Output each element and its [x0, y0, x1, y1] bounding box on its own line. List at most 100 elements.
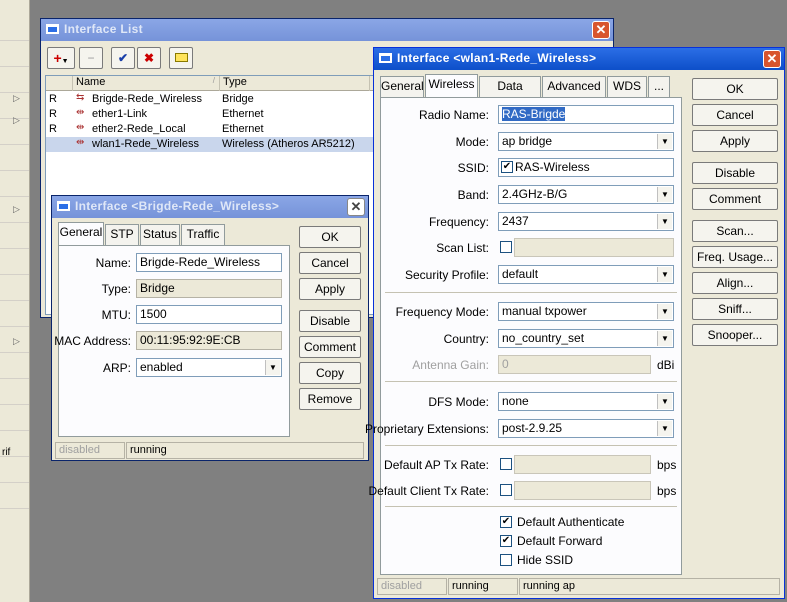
row-flag: R	[49, 108, 57, 120]
disable-button[interactable]: ✖	[137, 47, 161, 69]
chevron-down-icon[interactable]: ▼	[265, 360, 280, 375]
enable-button[interactable]: ✔	[111, 47, 135, 69]
apply-button[interactable]: Apply	[692, 130, 778, 152]
band-select[interactable]: 2.4GHz-B/G ▼	[498, 185, 674, 204]
freq-usage-button[interactable]: Freq. Usage...	[692, 246, 778, 268]
interface-list-titlebar[interactable]: Interface List ✕	[41, 19, 613, 41]
ssid-checkbox[interactable]: ✔	[501, 161, 513, 173]
row-name: wlan1-Rede_Wireless	[92, 138, 199, 150]
align-button[interactable]: Align...	[692, 272, 778, 294]
bridge-titlebar[interactable]: Interface <Brigde-Rede_Wireless> ✕	[52, 196, 368, 218]
tab-advanced[interactable]: Advanced	[542, 76, 606, 97]
column-type[interactable]: Type	[219, 76, 369, 91]
add-button[interactable]: +▼	[47, 47, 75, 69]
apply-button[interactable]: Apply	[299, 278, 361, 300]
ssid-label: SSID:	[457, 161, 489, 175]
country-label: Country:	[443, 332, 489, 346]
name-field[interactable]: Brigde-Rede_Wireless	[136, 253, 282, 272]
antenna-gain-label: Antenna Gain:	[412, 358, 489, 372]
close-button[interactable]: ✕	[592, 21, 610, 39]
tab-wireless[interactable]: Wireless	[425, 74, 478, 97]
cancel-button[interactable]: Cancel	[692, 104, 778, 126]
arp-select[interactable]: enabled ▼	[136, 358, 282, 377]
radio-name-label: Radio Name:	[418, 108, 489, 122]
mode-select[interactable]: ap bridge ▼	[498, 132, 674, 151]
chevron-down-icon[interactable]: ▼	[657, 187, 672, 202]
disable-button[interactable]: Disable	[692, 162, 778, 184]
cancel-button[interactable]: Cancel	[299, 252, 361, 274]
row-type: Wireless (Atheros AR5212)	[222, 138, 355, 150]
hide-ssid-checkbox[interactable]	[500, 554, 512, 566]
chevron-down-icon[interactable]: ▼	[657, 304, 672, 319]
frequency-select[interactable]: 2437 ▼	[498, 212, 674, 231]
window-title: Interface <Brigde-Rede_Wireless>	[75, 199, 280, 213]
default-client-tx-rate-field[interactable]	[514, 481, 651, 500]
country-select[interactable]: no_country_set ▼	[498, 329, 674, 348]
wireless-icon: ⇹	[76, 137, 85, 148]
status-running: running	[448, 578, 518, 595]
close-button[interactable]: ✕	[763, 50, 781, 68]
default-forward-checkbox[interactable]: ✔	[500, 535, 512, 547]
frequency-label: Frequency:	[428, 215, 489, 229]
security-profile-select[interactable]: default ▼	[498, 265, 674, 284]
mac-address-field: 00:11:95:92:9E:CB	[136, 331, 282, 350]
tab-stp[interactable]: STP	[105, 224, 139, 245]
window-icon	[57, 201, 70, 211]
copy-button[interactable]: Copy	[299, 362, 361, 384]
remove-button[interactable]: −	[79, 47, 103, 69]
frequency-mode-select[interactable]: manual txpower ▼	[498, 302, 674, 321]
comment-button[interactable]: Comment	[692, 188, 778, 210]
tab-traffic[interactable]: Traffic	[181, 224, 225, 245]
chevron-right-icon[interactable]: ▷	[13, 336, 20, 347]
dfs-mode-select[interactable]: none ▼	[498, 392, 674, 411]
chevron-down-icon[interactable]: ▼	[657, 421, 672, 436]
remove-button[interactable]: Remove	[299, 388, 361, 410]
ssid-field[interactable]: ✔ RAS-Wireless	[498, 158, 674, 177]
ok-button[interactable]: OK	[299, 226, 361, 248]
wlan-tabs: General Wireless Data Rates Advanced WDS…	[380, 74, 686, 112]
ethernet-icon: ⇹	[76, 122, 85, 133]
wlan-titlebar[interactable]: Interface <wlan1-Rede_Wireless> ✕	[374, 48, 784, 70]
tab-data-rates[interactable]: Data Rates	[479, 76, 541, 112]
status-disabled: disabled	[55, 442, 125, 459]
scan-list-field[interactable]	[514, 238, 674, 257]
ok-button[interactable]: OK	[692, 78, 778, 100]
tab-status[interactable]: Status	[140, 224, 180, 245]
tab-general[interactable]: General	[58, 222, 104, 245]
scan-list-label: Scan List:	[436, 241, 489, 255]
tab-more[interactable]: ...	[648, 76, 670, 97]
mtu-field[interactable]: 1500	[136, 305, 282, 324]
radio-name-field[interactable]: RAS-Brigde	[498, 105, 674, 124]
type-label: Type:	[101, 282, 131, 296]
default-ap-tx-rate-checkbox[interactable]	[500, 458, 512, 470]
default-authenticate-checkbox[interactable]: ✔	[500, 516, 512, 528]
comment-button[interactable]	[169, 47, 193, 69]
default-ap-tx-rate-field[interactable]	[514, 455, 651, 474]
default-client-tx-rate-checkbox[interactable]	[500, 484, 512, 496]
bridge-general-panel: Name: Brigde-Rede_Wireless Type: Bridge …	[54, 245, 290, 437]
dfs-mode-label: DFS Mode:	[428, 395, 489, 409]
close-button[interactable]: ✕	[347, 198, 365, 216]
snooper-button[interactable]: Snooper...	[692, 324, 778, 346]
chevron-down-icon[interactable]: ▼	[657, 331, 672, 346]
default-client-tx-rate-unit: bps	[657, 484, 677, 498]
chevron-down-icon[interactable]: ▼	[657, 267, 672, 282]
tab-general[interactable]: General	[380, 76, 424, 97]
proprietary-extensions-select[interactable]: post-2.9.25 ▼	[498, 419, 674, 438]
chevron-right-icon[interactable]: ▷	[13, 204, 20, 215]
chevron-right-icon[interactable]: ▷	[13, 93, 20, 104]
comment-button[interactable]: Comment	[299, 336, 361, 358]
chevron-right-icon[interactable]: ▷	[13, 115, 20, 126]
disable-button[interactable]: Disable	[299, 310, 361, 332]
bridge-tabs: General STP Status Traffic	[58, 222, 288, 246]
chevron-down-icon[interactable]: ▼	[657, 134, 672, 149]
tab-wds[interactable]: WDS	[607, 76, 647, 97]
scan-list-checkbox[interactable]	[500, 241, 512, 253]
comment-icon	[174, 53, 188, 62]
band-label: Band:	[457, 188, 489, 202]
chevron-down-icon[interactable]: ▼	[657, 394, 672, 409]
sniff-button[interactable]: Sniff...	[692, 298, 778, 320]
column-name[interactable]: Name /	[72, 76, 219, 91]
scan-button[interactable]: Scan...	[692, 220, 778, 242]
chevron-down-icon[interactable]: ▼	[657, 214, 672, 229]
